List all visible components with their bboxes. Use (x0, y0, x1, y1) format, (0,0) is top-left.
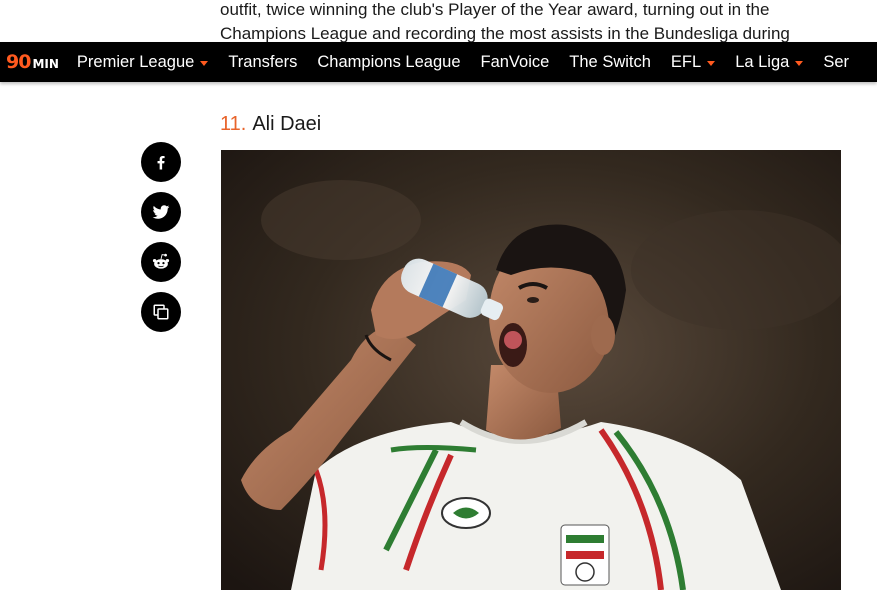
player-name: Ali Daei (252, 113, 322, 135)
copy-link-icon (153, 304, 169, 320)
nav-item-label: FanVoice (480, 52, 550, 71)
caret-down-icon (707, 60, 716, 66)
rank-number: 11. (220, 113, 247, 135)
article-line-2: Champions League and recording the most … (220, 24, 790, 43)
nav-item-transfers[interactable]: Transfers (228, 53, 297, 72)
nav-item-la-liga[interactable]: La Liga (735, 52, 804, 72)
nav-item-efl[interactable]: EFL (670, 52, 716, 72)
nav-item-premier-league[interactable]: Premier League (76, 52, 209, 72)
nav-item-label: Champions League (317, 52, 461, 71)
social-share-bar (141, 142, 181, 332)
nav-item-champions-league[interactable]: Champions League (317, 53, 460, 72)
logo-suffix: MIN (32, 57, 59, 71)
article-line-1: outfit, twice winning the club's Player … (220, 0, 770, 19)
nav-item-label: Ser (823, 52, 850, 71)
nav-item-the-switch[interactable]: The Switch (569, 53, 651, 72)
share-facebook-button[interactable] (141, 142, 181, 182)
top-navigation-bar: 90 MIN Premier League Transfers Champion… (0, 42, 877, 82)
article-paragraph: outfit, twice winning the club's Player … (220, 0, 840, 46)
twitter-icon (152, 205, 170, 219)
nav-item-label: La Liga (735, 52, 790, 71)
logo-number: 90 (6, 51, 31, 73)
player-photo (221, 150, 841, 590)
nav-menu: Premier League Transfers Champions Leagu… (77, 53, 869, 72)
nav-item-label: The Switch (569, 52, 651, 71)
section-heading: 11. Ali Daei (220, 113, 321, 136)
reddit-icon (152, 253, 170, 269)
copy-link-button[interactable] (141, 292, 181, 332)
share-twitter-button[interactable] (141, 192, 181, 232)
nav-item-label: Transfers (228, 52, 298, 71)
caret-down-icon (200, 60, 209, 66)
nav-item-fanvoice[interactable]: FanVoice (481, 53, 550, 72)
caret-down-icon (795, 60, 804, 66)
site-logo[interactable]: 90 MIN (6, 51, 59, 73)
share-reddit-button[interactable] (141, 242, 181, 282)
nav-item-label: Premier League (76, 52, 195, 71)
player-photo-illustration (221, 150, 841, 590)
nav-item-serie-a[interactable]: Ser (823, 53, 849, 72)
nav-item-label: EFL (670, 52, 702, 71)
facebook-icon (157, 156, 165, 170)
